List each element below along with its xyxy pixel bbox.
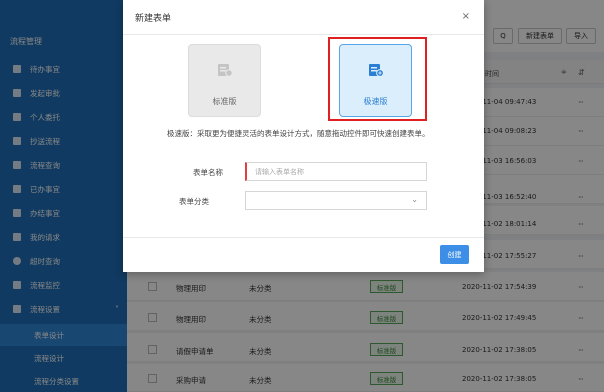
selection-highlight [328,37,427,121]
dialog-title: 新建表单 [135,14,172,24]
chevron-down-icon: ⌄ [411,195,418,204]
form-name-input[interactable]: 请输入表单名称 [245,162,427,181]
form-icon [218,64,233,77]
form-name-placeholder: 请输入表单名称 [255,168,304,176]
create-button[interactable]: 创建 [440,245,469,264]
standard-version-label: 标准版 [212,97,237,106]
close-icon[interactable]: × [462,11,470,22]
divider [123,237,484,238]
divider [123,34,484,35]
form-name-label: 表单名称 [193,168,223,177]
form-category-label: 表单分类 [179,197,209,206]
version-description: 极速版：采取更为便捷灵活的表单设计方式，随意拖动控件即可快速创建表单。 [167,129,430,138]
standard-version-option[interactable]: 标准版 [188,44,261,117]
form-category-select[interactable]: ⌄ [245,191,427,210]
